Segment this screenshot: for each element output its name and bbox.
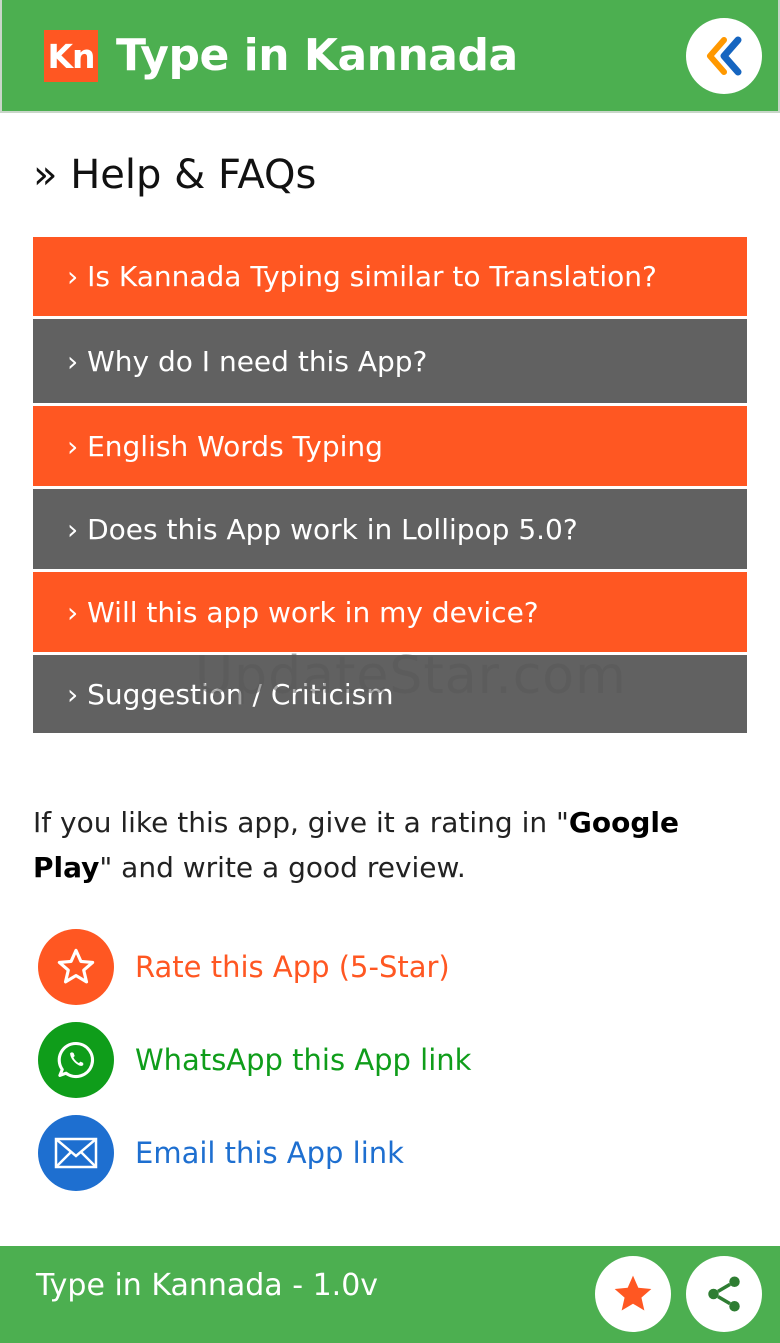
app-header: Kn Type in Kannada (0, 0, 780, 113)
faq-list: › Is Kannada Typing similar to Translati… (33, 237, 747, 733)
faq-item-label: › Suggestion / Criticism (67, 677, 394, 711)
star-outline-icon (57, 948, 95, 984)
double-chevron-left-icon (707, 36, 742, 76)
footer-rate-button[interactable] (595, 1256, 671, 1332)
rating-text-after: " and write a good review. (99, 851, 466, 884)
envelope-icon (54, 1137, 98, 1169)
footer-version-title: Type in Kannada - 1.0v (36, 1268, 379, 1303)
page-title: » Help & FAQs (33, 152, 317, 198)
rating-text-before: If you like this app, give it a rating i… (33, 806, 569, 839)
rate-app-label[interactable]: Rate this App (5-Star) (135, 950, 450, 984)
email-circle[interactable] (38, 1115, 114, 1191)
share-icon (708, 1276, 740, 1312)
footer-share-button[interactable] (686, 1256, 762, 1332)
faq-item-translation[interactable]: › Is Kannada Typing similar to Translati… (33, 237, 747, 319)
app-title: Type in Kannada (116, 30, 518, 81)
email-label[interactable]: Email this App link (135, 1136, 404, 1170)
rate-circle[interactable] (38, 929, 114, 1005)
star-icon (614, 1275, 652, 1311)
rating-message: If you like this app, give it a rating i… (33, 800, 747, 890)
app-footer: Type in Kannada - 1.0v (0, 1246, 780, 1343)
faq-item-english-words[interactable]: › English Words Typing (33, 406, 747, 489)
faq-item-label: › Does this App work in Lollipop 5.0? (67, 512, 578, 546)
whatsapp-label[interactable]: WhatsApp this App link (135, 1043, 471, 1077)
whatsapp-action[interactable]: WhatsApp this App link (38, 1022, 471, 1098)
email-action[interactable]: Email this App link (38, 1115, 404, 1191)
faq-item-suggestion[interactable]: › Suggestion / Criticism (33, 655, 747, 733)
app-logo: Kn (44, 30, 98, 82)
faq-item-label: › Why do I need this App? (67, 344, 428, 378)
faq-item-label: › English Words Typing (67, 429, 383, 463)
back-button[interactable] (686, 18, 762, 94)
faq-item-device[interactable]: › Will this app work in my device? (33, 572, 747, 655)
faq-item-lollipop[interactable]: › Does this App work in Lollipop 5.0? (33, 489, 747, 572)
whatsapp-icon (57, 1041, 95, 1079)
rate-app-action[interactable]: Rate this App (5-Star) (38, 929, 450, 1005)
whatsapp-circle[interactable] (38, 1022, 114, 1098)
faq-item-label: › Is Kannada Typing similar to Translati… (67, 260, 657, 293)
faq-item-label: › Will this app work in my device? (67, 595, 539, 629)
faq-item-why-need[interactable]: › Why do I need this App? (33, 319, 747, 406)
